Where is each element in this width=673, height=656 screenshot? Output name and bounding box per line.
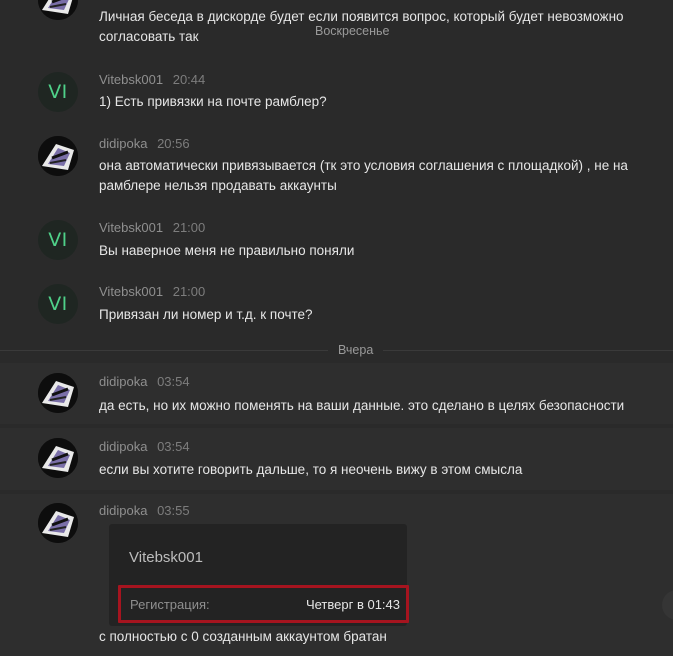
message-text: она автоматически привязывается (тк это … [99,158,628,193]
timestamp: 21:00 [172,220,206,235]
message-text: Вы наверное меня не правильно поняли [99,243,355,258]
avatar[interactable]: VI [38,72,78,112]
timestamp: 20:44 [172,72,206,87]
registration-value: Четверг в 01:43 [305,597,400,612]
author-name[interactable]: didipoka [99,374,147,389]
timestamp: 03:54 [157,374,190,389]
author-name[interactable]: didipoka [99,439,147,454]
author-name[interactable]: didipoka [99,136,147,151]
anime-avatar-icon[interactable] [38,503,78,543]
chat-feed: Личная беседа в дискорде будет если появ… [0,0,673,656]
author-name[interactable]: Vitebsk001 [99,72,163,87]
message: didipoka 03:54 если вы хотите говорить д… [0,428,673,490]
message-text: если вы хотите говорить дальше, то я нео… [99,462,523,477]
message: didipoka 03:54 да есть, но их можно поме… [0,363,673,424]
message: VI Vitebsk001 20:44 1) Есть привязки на … [0,64,673,124]
avatar[interactable]: VI [38,220,78,260]
anime-avatar-icon[interactable] [38,373,78,413]
author-name[interactable]: Vitebsk001 [99,220,163,235]
message-header: didipoka 03:54 [99,374,190,389]
message: VI Vitebsk001 21:00 Вы наверное меня не … [0,212,673,272]
date-divider-label: Вчера [328,341,384,359]
avatar[interactable]: VI [38,284,78,324]
timestamp: 03:54 [157,439,190,454]
message-header: didipoka 03:54 [99,439,190,454]
message-text: 1) Есть привязки на почте рамблер? [99,94,327,109]
anime-avatar-icon[interactable] [38,0,78,20]
embed-username: Vitebsk001 [129,549,203,566]
message-header: Vitebsk001 21:00 [99,284,205,299]
date-divider-label: Воскресенье [305,22,400,40]
anime-avatar-icon[interactable] [38,438,78,478]
message-header: Vitebsk001 20:44 [99,72,205,87]
timestamp: 21:00 [172,284,206,299]
timestamp: 03:55 [157,503,190,518]
message: didipoka 20:56 она автоматически привязы… [0,128,673,206]
message-text: Привязан ли номер и т.д. к почте? [99,307,313,322]
message-header: didipoka 20:56 [99,136,190,151]
message-text: да есть, но их можно поменять на ваши да… [99,398,625,413]
anime-avatar-icon[interactable] [38,136,78,176]
message-header: Vitebsk001 21:00 [99,220,205,235]
profile-embed-card[interactable]: Vitebsk001 Регистрация: Четверг в 01:43 [109,524,409,626]
message: VI Vitebsk001 21:00 Привязан ли номер и … [0,276,673,336]
registration-field: Регистрация: Четверг в 01:43 [118,585,409,623]
timestamp: 20:56 [157,136,190,151]
author-name[interactable]: didipoka [99,503,147,518]
message-text: с полностью с 0 созданным аккаунтом брат… [99,629,387,644]
message-header: didipoka 03:55 [99,503,190,518]
author-name[interactable]: Vitebsk001 [99,284,163,299]
registration-label: Регистрация: [130,597,210,612]
